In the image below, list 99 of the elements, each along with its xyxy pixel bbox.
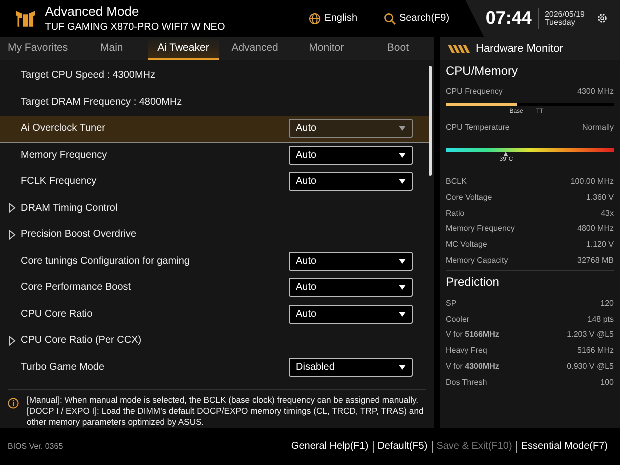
menu-tab[interactable]: Boot bbox=[362, 37, 434, 60]
setting-label: Target DRAM Frequency : 4800MHz bbox=[21, 96, 184, 108]
setting-label: Ai Overclock Tuner bbox=[21, 123, 106, 134]
globe-icon bbox=[308, 12, 321, 24]
setting-label: Memory Frequency bbox=[21, 150, 108, 161]
board-model: TUF GAMING X870-PRO WIFI7 W NEO bbox=[45, 22, 226, 33]
section-title: CPU/Memory bbox=[446, 64, 520, 78]
stat-value: 1.360 V bbox=[586, 192, 614, 202]
setting-dropdown[interactable]: Auto bbox=[289, 278, 413, 298]
stat-label: MC Voltage bbox=[446, 240, 488, 250]
stat-label: Heavy Freq bbox=[446, 346, 488, 356]
stat-label: BCLK bbox=[446, 176, 467, 186]
mode-title: Advanced Mode bbox=[45, 4, 140, 19]
caret-icon bbox=[399, 258, 406, 264]
setting-dropdown[interactable]: Auto bbox=[289, 119, 413, 138]
setting-dropdown[interactable]: Auto bbox=[289, 304, 413, 324]
menu-tab[interactable]: Monitor bbox=[290, 37, 362, 60]
expand-arrow-icon bbox=[9, 336, 16, 346]
stat-value: 100 bbox=[600, 378, 614, 387]
info-icon bbox=[8, 398, 19, 409]
caret-icon bbox=[399, 152, 406, 158]
section-title: Prediction bbox=[446, 275, 500, 290]
setting-dropdown[interactable]: Auto bbox=[289, 146, 413, 165]
stat-label: Ratio bbox=[446, 208, 465, 218]
stat-label: V for 4300MHz bbox=[446, 362, 500, 371]
expand-arrow-icon bbox=[9, 230, 16, 240]
stat-value: 43x bbox=[601, 208, 614, 218]
stat-label: Dos Thresh bbox=[446, 378, 488, 387]
language-button[interactable]: English bbox=[308, 12, 358, 24]
stripes-icon bbox=[448, 44, 470, 52]
setting-row[interactable]: Turbo Game Mode Disabled bbox=[0, 354, 429, 381]
stat-value: 100.00 MHz bbox=[570, 176, 614, 186]
logo-icon bbox=[16, 10, 36, 28]
menu-tab[interactable]: Main bbox=[76, 37, 148, 60]
setting-row[interactable]: Target CPU Speed : 4300MHz bbox=[0, 63, 429, 90]
setting-row[interactable]: CPU Core Ratio Auto bbox=[0, 302, 429, 328]
setting-row[interactable]: Precision Boost Overdrive bbox=[0, 222, 429, 248]
stat-value: 148 pts bbox=[588, 314, 614, 324]
stat-value: 32768 MB bbox=[578, 256, 614, 265]
stat-label: CPU Frequency bbox=[446, 87, 503, 96]
expand-arrow-icon bbox=[9, 203, 16, 214]
stat-label: CPU Temperature bbox=[446, 123, 510, 132]
stat-label: V for 5166MHz bbox=[446, 330, 500, 340]
help-text: [DOCP I / EXPO I]: Load the DIMM's default DOCP/EXPO memory timings (CL, TRCD, TRP, TRAS) and bbox=[27, 406, 424, 417]
setting-label: CPU Core Ratio bbox=[21, 308, 94, 320]
stat-value: 4300 MHz bbox=[578, 87, 614, 96]
help-text: other memory parameters optimized by ASUS. bbox=[27, 417, 206, 428]
setting-row[interactable]: CPU Core Ratio (Per CCX) bbox=[0, 328, 429, 354]
setting-row[interactable]: Core Performance Boost Auto bbox=[0, 275, 429, 302]
clock-time: 07:44 bbox=[486, 8, 539, 29]
setting-row[interactable]: Ai Overclock Tuner Auto bbox=[0, 116, 429, 142]
stat-value: 120 bbox=[600, 298, 614, 308]
stat-value: 1.120 V bbox=[586, 240, 614, 250]
panel-title: Hardware Monitor bbox=[476, 42, 564, 54]
setting-row[interactable]: FCLK Frequency Auto bbox=[0, 169, 429, 196]
scrollbar[interactable] bbox=[429, 66, 432, 176]
setting-label: Turbo Game Mode bbox=[21, 362, 106, 373]
setting-dropdown[interactable]: Disabled bbox=[289, 358, 413, 377]
caret-icon bbox=[399, 312, 406, 317]
weekday-text: Tuesday bbox=[544, 18, 576, 26]
setting-row[interactable]: Core tunings Configuration for gaming Auto bbox=[0, 248, 429, 275]
footer-action[interactable]: Default(F5) bbox=[374, 441, 432, 452]
search-button[interactable]: Search(F9) bbox=[384, 12, 450, 24]
footer-action[interactable]: General Help(F1) bbox=[287, 441, 373, 452]
bios-version: BIOS Ver. 0365 bbox=[8, 442, 64, 451]
stat-value: 1.203 V @L5 bbox=[567, 330, 614, 340]
menu-tab[interactable]: Advanced bbox=[219, 37, 291, 60]
setting-label: DRAM Timing Control bbox=[21, 202, 119, 214]
setting-label: Precision Boost Overdrive bbox=[21, 229, 138, 240]
setting-dropdown[interactable]: Auto bbox=[289, 172, 413, 192]
stat-value: 4800 MHz bbox=[578, 224, 614, 234]
setting-row[interactable]: Memory Frequency Auto bbox=[0, 142, 429, 169]
menu-tab[interactable]: My Favorites bbox=[0, 37, 76, 60]
setting-label: Target CPU Speed : 4300MHz bbox=[21, 70, 157, 82]
caret-icon bbox=[399, 179, 406, 184]
stat-value: 0.930 V @L5 bbox=[567, 362, 614, 371]
stat-label: SP bbox=[446, 298, 457, 308]
caret-icon bbox=[399, 126, 406, 132]
stat-label: Core Voltage bbox=[446, 192, 492, 202]
setting-dropdown[interactable]: Auto bbox=[289, 252, 413, 271]
stat-value: Normally bbox=[582, 123, 614, 132]
stat-label: Cooler bbox=[446, 314, 470, 324]
menu-tab[interactable]: Ai Tweaker bbox=[148, 37, 220, 60]
setting-row[interactable]: DRAM Timing Control bbox=[0, 196, 429, 222]
setting-label: Core Performance Boost bbox=[21, 282, 132, 294]
setting-row[interactable]: Target DRAM Frequency : 4800MHz bbox=[0, 90, 429, 116]
help-text: [Manual]: When manual mode is selected, the BCLK (base clock) frequency can be assigned manually. bbox=[27, 395, 420, 406]
caret-icon bbox=[399, 364, 406, 370]
footer-action[interactable]: Essential Mode(F7) bbox=[517, 441, 612, 452]
settings-icon[interactable] bbox=[597, 13, 608, 24]
stat-value: 5166 MHz bbox=[578, 346, 614, 356]
search-icon bbox=[384, 12, 396, 24]
stat-label: Memory Capacity bbox=[446, 256, 508, 265]
date-text: 2026/05/19 bbox=[544, 10, 585, 18]
setting-label: FCLK Frequency bbox=[21, 176, 98, 188]
stat-label: Memory Frequency bbox=[446, 224, 515, 234]
setting-label: Core tunings Configuration for gaming bbox=[21, 256, 191, 267]
caret-icon bbox=[399, 285, 406, 290]
setting-label: CPU Core Ratio (Per CCX) bbox=[21, 335, 143, 346]
